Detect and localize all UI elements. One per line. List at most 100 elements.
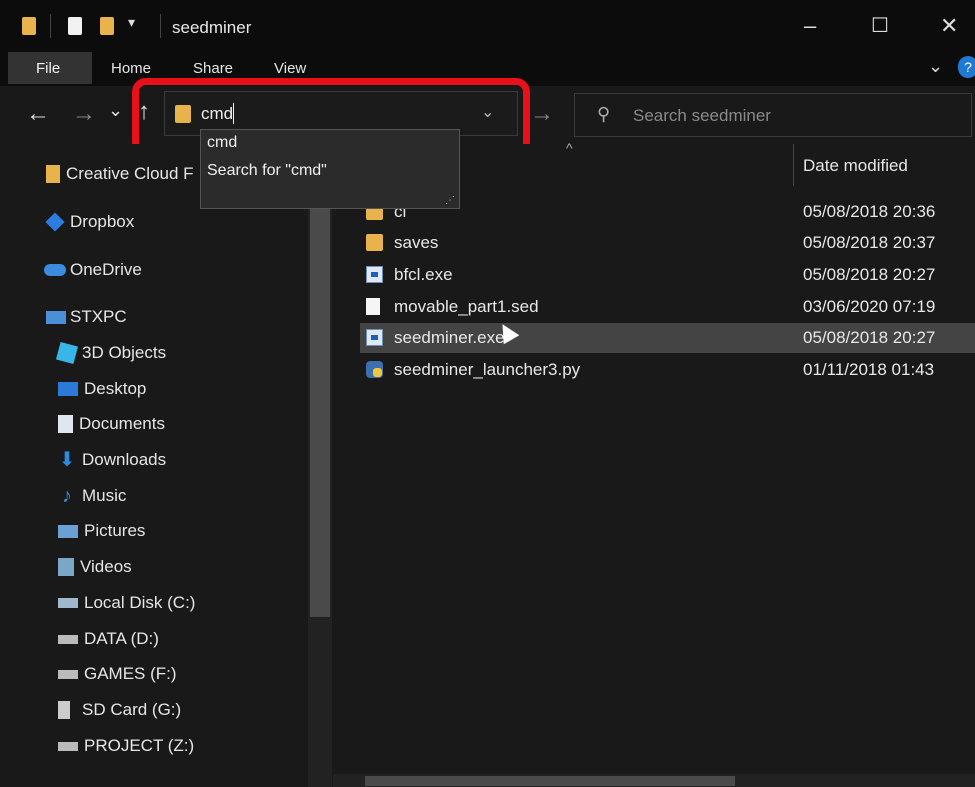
file-date: 03/06/2020 07:19	[803, 297, 936, 316]
sidebar-item-label: Music	[82, 486, 127, 505]
sidebar-item-label: Dropbox	[70, 212, 135, 231]
sidebar-item-videos[interactable]: Videos	[58, 557, 132, 577]
sidebar-item-sd-card[interactable]: SD Card (G:)	[58, 700, 181, 720]
sidebar-item-documents[interactable]: Documents	[58, 414, 165, 434]
folder-icon	[366, 234, 383, 251]
sidebar-item-label: SD Card (G:)	[82, 700, 182, 719]
suggestion-item[interactable]: Search for "cmd"	[207, 162, 327, 180]
file-row[interactable]: movable_part1.sed 03/06/2020 07:19	[360, 292, 975, 322]
cube-icon	[55, 341, 79, 365]
sidebar-item-label: Documents	[79, 414, 165, 433]
column-divider[interactable]	[793, 144, 794, 186]
sidebar-scrollbar-thumb[interactable]	[310, 144, 330, 617]
sort-arrow-icon: ^	[566, 140, 573, 156]
title-bar: ▾ seedminer – ☐ ✕	[0, 0, 975, 52]
sidebar-item-label: Videos	[80, 557, 132, 576]
sidebar-item-local-disk[interactable]: Local Disk (C:)	[58, 593, 195, 613]
sidebar-item-project-drive[interactable]: PROJECT (Z:)	[58, 736, 194, 756]
sidebar-item-label: GAMES (F:)	[84, 664, 177, 683]
sidebar-item-dropbox[interactable]: Dropbox	[45, 212, 135, 232]
sidebar-item-3d-objects[interactable]: 3D Objects	[55, 341, 167, 365]
sidebar-item-pictures[interactable]: Pictures	[58, 521, 145, 541]
tab-home[interactable]: Home	[111, 60, 151, 77]
go-arrow-icon[interactable]: →	[530, 100, 554, 128]
resize-grip-icon[interactable]: ⋰	[445, 195, 455, 206]
minimize-button[interactable]: –	[804, 14, 816, 38]
folder-icon	[46, 165, 60, 183]
file-date: 01/11/2018 01:43	[803, 360, 935, 379]
computer-icon	[46, 310, 66, 324]
sidebar-item-onedrive[interactable]: OneDrive	[44, 260, 142, 280]
quick-access-dropdown-icon[interactable]: ▾	[128, 14, 135, 31]
tab-view[interactable]: View	[274, 60, 306, 77]
file-name: seedminer_launcher3.py	[394, 360, 581, 379]
file-name: bfcl.exe	[394, 265, 453, 284]
music-note-icon: ♪	[62, 485, 72, 507]
file-row[interactable]: seedminer_launcher3.py 01/11/2018 01:43	[360, 355, 975, 385]
sidebar-item-label: Creative Cloud F	[66, 164, 194, 183]
file-row[interactable]: bfcl.exe 05/08/2018 20:27	[360, 260, 975, 290]
sidebar-item-desktop[interactable]: Desktop	[58, 379, 146, 399]
drive-icon	[58, 598, 78, 608]
tab-file[interactable]: File	[8, 52, 92, 84]
back-arrow-icon[interactable]: ←	[26, 100, 50, 128]
file-row-selected[interactable]: seedminer.exe 05/08/2018 20:27	[360, 323, 975, 353]
maximize-button[interactable]: ☐	[871, 14, 889, 38]
sidebar-item-label: STXPC	[70, 307, 127, 326]
sidebar-item-creative-cloud[interactable]: Creative Cloud F	[46, 164, 194, 184]
expand-ribbon-icon[interactable]: ⌄	[928, 56, 943, 77]
exe-icon	[366, 329, 383, 346]
tab-share[interactable]: Share	[193, 60, 233, 77]
file-name: movable_part1.sed	[394, 297, 539, 316]
sidebar-item-label: Desktop	[84, 379, 147, 398]
sidebar-item-downloads[interactable]: ⬇ Downloads	[58, 449, 167, 471]
sidebar-item-label: Local Disk (C:)	[84, 593, 196, 612]
forward-arrow-icon[interactable]: →	[72, 100, 96, 128]
sidebar-item-music[interactable]: ♪ Music	[58, 486, 126, 506]
suggestion-item[interactable]: cmd	[207, 134, 237, 152]
drive-icon	[58, 669, 78, 679]
column-header-date-modified[interactable]: Date modified	[803, 156, 908, 176]
horizontal-scrollbar-thumb[interactable]	[365, 776, 735, 786]
dropbox-icon	[45, 212, 65, 232]
search-box[interactable]: ⚲ Search seedminer	[574, 93, 972, 137]
sidebar-item-label: DATA (D:)	[84, 629, 159, 648]
address-suggestions: cmd Search for "cmd" ⋰	[200, 129, 460, 209]
divider	[160, 14, 161, 38]
search-icon: ⚲	[597, 104, 611, 124]
sd-card-icon	[58, 701, 70, 719]
cloud-icon	[44, 264, 66, 276]
help-icon[interactable]: ?	[958, 56, 975, 78]
sidebar-item-data-drive[interactable]: DATA (D:)	[58, 629, 159, 649]
drive-icon	[58, 634, 78, 644]
pictures-icon	[58, 524, 78, 538]
download-arrow-icon: ⬇	[58, 449, 76, 471]
divider	[50, 14, 51, 38]
file-date: 05/08/2018 20:37	[803, 233, 936, 252]
window-title: seedminer	[172, 18, 252, 37]
file-row[interactable]: saves 05/08/2018 20:37	[360, 228, 975, 258]
sidebar-item-label: OneDrive	[70, 260, 142, 279]
tab-file-label: File	[36, 60, 61, 77]
recent-locations-icon[interactable]: ⌄	[108, 100, 123, 121]
properties-icon[interactable]	[68, 17, 82, 35]
python-icon	[366, 361, 383, 378]
close-button[interactable]: ✕	[940, 14, 958, 38]
file-date: 05/08/2018 20:36	[803, 202, 936, 221]
file-date: 05/08/2018 20:27	[803, 328, 936, 347]
folder-icon	[22, 17, 36, 35]
exe-icon	[366, 266, 383, 283]
new-folder-icon[interactable]	[100, 17, 114, 35]
file-name: saves	[394, 233, 439, 252]
sidebar-item-label: 3D Objects	[82, 343, 167, 362]
film-icon	[58, 558, 74, 576]
sidebar-item-games-drive[interactable]: GAMES (F:)	[58, 664, 177, 684]
navigation-pane: Creative Cloud F Dropbox OneDrive STXPC …	[0, 144, 332, 787]
file-date: 05/08/2018 20:27	[803, 265, 936, 284]
document-icon	[58, 415, 73, 433]
sidebar-item-this-pc[interactable]: STXPC	[46, 307, 127, 327]
sidebar-item-label: Downloads	[82, 450, 167, 469]
search-input[interactable]: Search seedminer	[633, 106, 771, 126]
network-drive-icon	[58, 741, 78, 751]
desktop-icon	[58, 382, 78, 396]
